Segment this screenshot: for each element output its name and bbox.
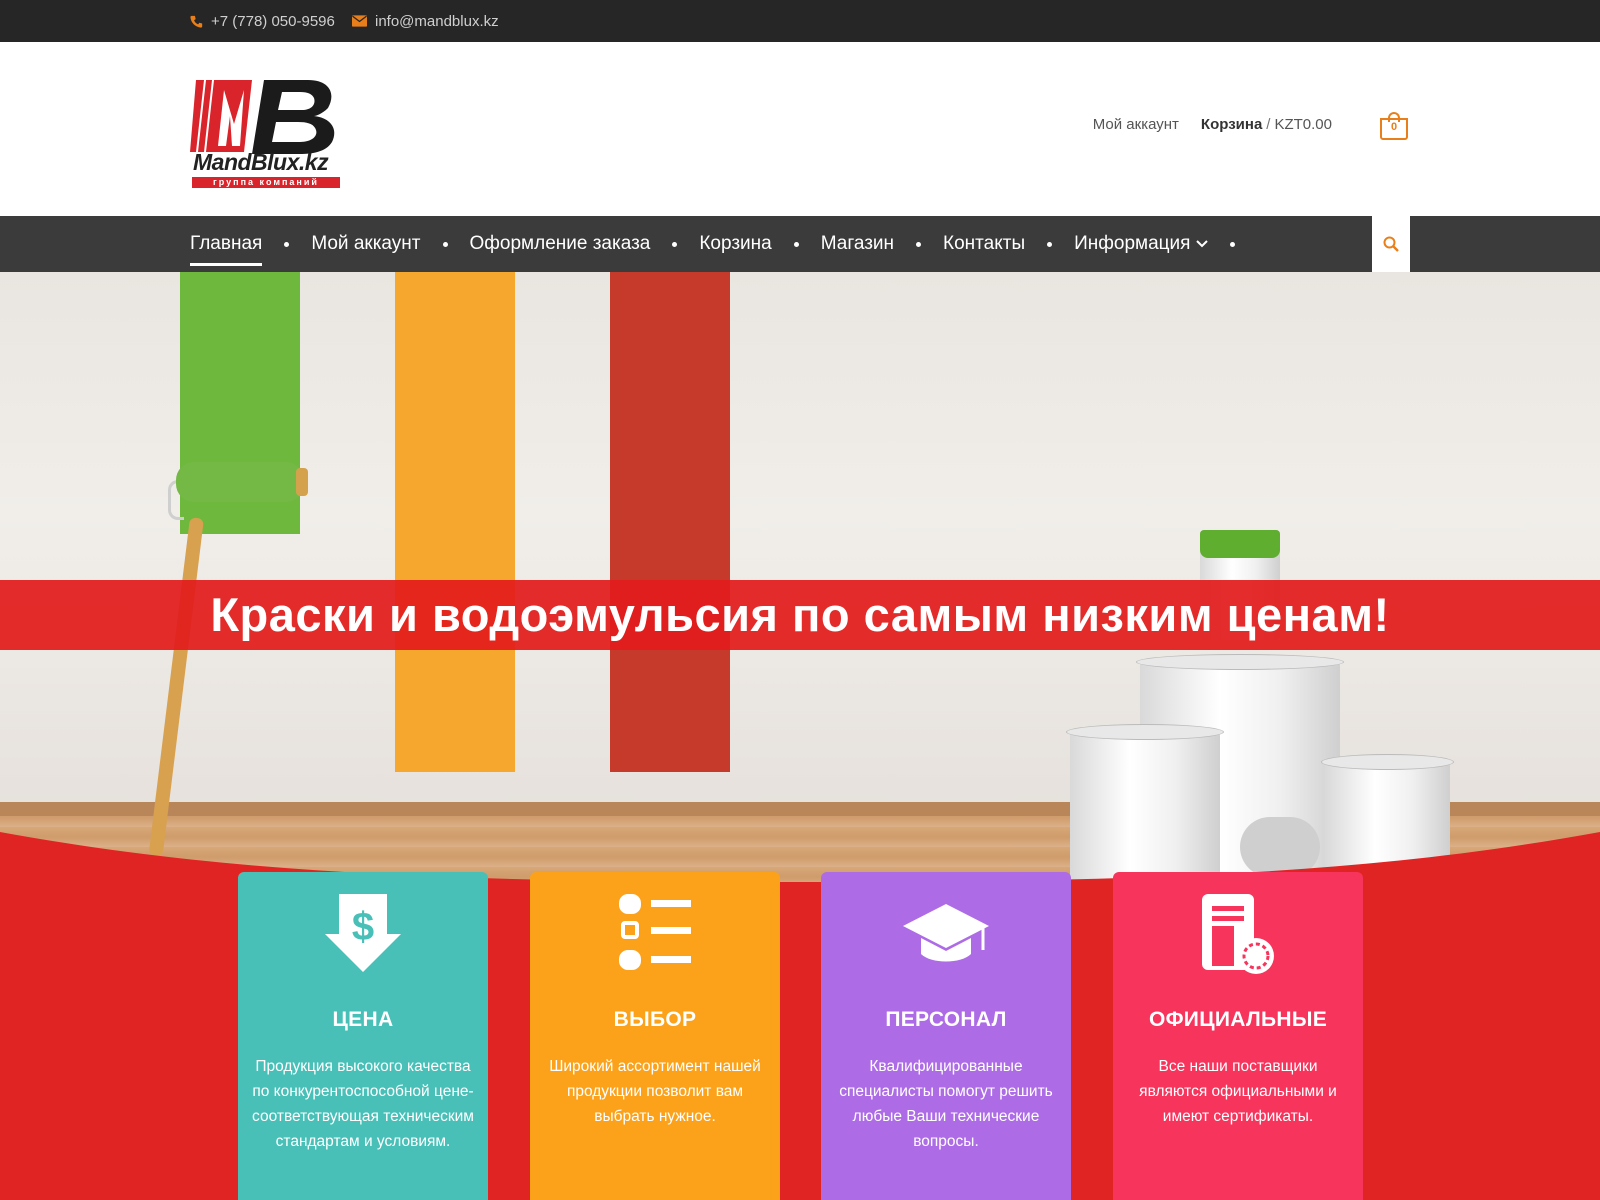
nav-item-contacts[interactable]: Контакты — [943, 216, 1025, 272]
site-header: MandBlux.kz группа компаний Мой аккаунт … — [0, 42, 1600, 216]
feature-title: ВЫБОР — [613, 1008, 697, 1031]
my-account-link[interactable]: Мой аккаунт — [1093, 116, 1179, 133]
envelope-icon — [352, 15, 367, 27]
certificate-icon — [1202, 894, 1274, 974]
chevron-down-icon — [1196, 240, 1209, 248]
svg-text:$: $ — [352, 905, 374, 949]
nav-separator — [262, 216, 311, 272]
feature-title: ПЕРСОНАЛ — [885, 1008, 1007, 1031]
nav-menu: Главная Мой аккаунт Оформление заказа Ко… — [190, 216, 1257, 272]
nav-separator — [650, 216, 699, 272]
list-icon — [619, 894, 691, 970]
graduation-cap-icon — [903, 904, 989, 962]
nav-separator — [1208, 216, 1257, 272]
nav-item-information[interactable]: Информация — [1074, 216, 1209, 272]
feature-description: Широкий ассортимент нашей продукции позв… — [549, 1058, 761, 1125]
paint-stripe-yellow — [395, 272, 515, 772]
nav-separator — [421, 216, 470, 272]
search-button[interactable] — [1372, 216, 1410, 272]
feature-description: Все наши поставщики являются официальным… — [1139, 1058, 1337, 1125]
paint-stripe-red — [610, 272, 730, 772]
hero-banner: Краски и водоэмульсия по самым низким це… — [0, 580, 1600, 650]
nav-item-cart[interactable]: Корзина — [699, 216, 771, 272]
cart-link[interactable]: Корзина — [1201, 116, 1262, 133]
feature-card-choice[interactable]: ВЫБОР Широкий ассортимент нашей продукци… — [530, 872, 780, 1200]
phone-number: +7 (778) 050-9596 — [211, 12, 335, 30]
email-address: info@mandblux.kz — [375, 12, 499, 30]
nav-separator — [772, 216, 821, 272]
feature-card-staff[interactable]: ПЕРСОНАЛ Квалифицированные специалисты п… — [821, 872, 1071, 1200]
cart-total[interactable]: KZT0.00 — [1274, 116, 1332, 133]
nav-item-home[interactable]: Главная — [190, 216, 263, 272]
feature-description: Продукция высокого качества по конкурент… — [252, 1058, 474, 1150]
search-icon — [1383, 236, 1399, 252]
feature-title: ЦЕНА — [332, 1008, 394, 1031]
hero-headline: Краски и водоэмульсия по самым низким це… — [210, 588, 1390, 641]
paint-roller — [176, 462, 304, 502]
feature-card-price[interactable]: $ ЦЕНА Продукция высокого качества по ко… — [238, 872, 488, 1200]
feature-card-official[interactable]: ОФИЦИАЛЬНЫЕ Все наши поставщики являются… — [1113, 872, 1363, 1200]
feature-description: Квалифицированные специалисты помогут ре… — [839, 1058, 1053, 1150]
phone-icon — [190, 15, 203, 28]
nav-item-shop[interactable]: Магазин — [821, 216, 894, 272]
cart-bag-button[interactable]: 0 — [1380, 112, 1410, 140]
logo-subtitle: группа компаний — [192, 177, 340, 188]
email-contact[interactable]: info@mandblux.kz — [352, 0, 499, 42]
feature-title: ОФИЦИАЛЬНЫЕ — [1148, 1008, 1328, 1031]
top-contact-bar: +7 (778) 050-9596 info@mandblux.kz — [0, 0, 1600, 42]
main-navigation: Главная Мой аккаунт Оформление заказа Ко… — [0, 216, 1600, 272]
nav-separator — [894, 216, 943, 272]
cart-count: 0 — [1390, 121, 1398, 133]
header-account-cart: Мой аккаунт Корзина / KZT0.00 — [1093, 116, 1332, 133]
logo-mark — [190, 80, 335, 154]
cart-separator: / — [1266, 116, 1271, 133]
nav-item-checkout[interactable]: Оформление заказа — [470, 216, 651, 272]
phone-contact[interactable]: +7 (778) 050-9596 — [190, 0, 335, 42]
dollar-arrow-down-icon: $ — [325, 894, 401, 972]
site-logo[interactable]: MandBlux.kz группа компаний — [190, 76, 350, 194]
nav-separator — [1025, 216, 1074, 272]
nav-item-my-account[interactable]: Мой аккаунт — [311, 216, 420, 272]
logo-name: MandBlux.kz — [193, 149, 329, 175]
